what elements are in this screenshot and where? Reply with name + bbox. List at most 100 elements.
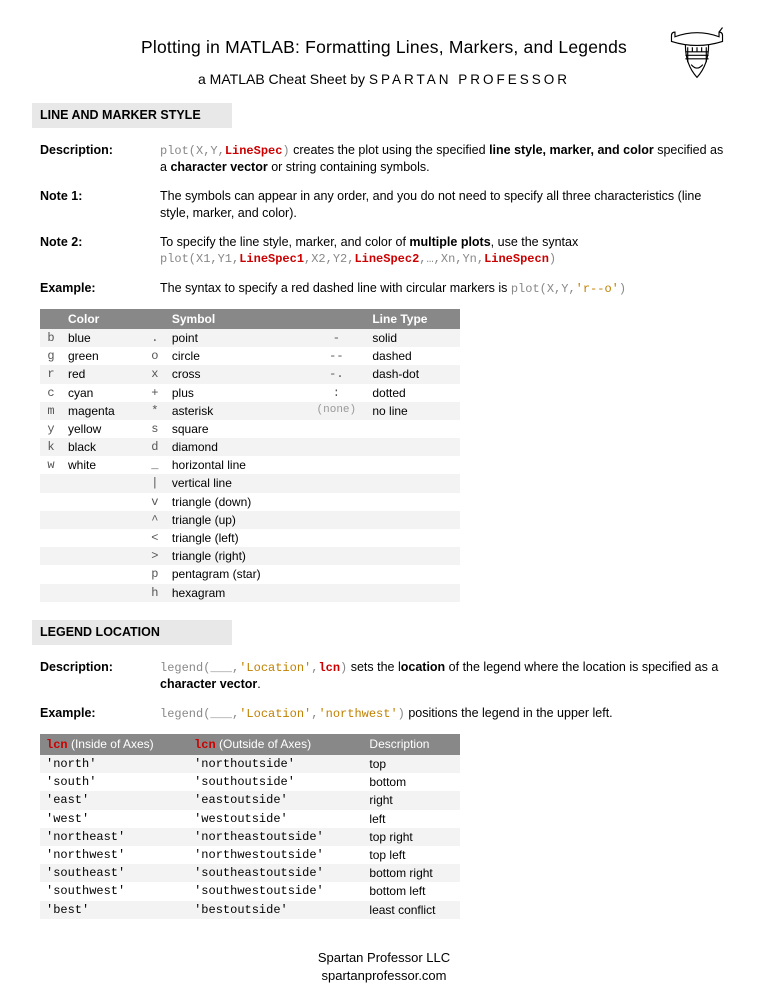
example-body: The syntax to specify a red dashed line … [160, 280, 728, 297]
code: ,X2,Y2, [304, 252, 354, 266]
cell: horizontal line [166, 456, 306, 474]
section-heading-legend: LEGEND LOCATION [32, 620, 232, 645]
cell: triangle (up) [166, 511, 306, 529]
cell [62, 493, 144, 511]
cell: d [144, 438, 166, 456]
page-subtitle: a MATLAB Cheat Sheet by SPARTAN PROFESSO… [40, 70, 728, 89]
cell [62, 584, 144, 602]
table-row: 'southwest''southwestoutside'bottom left [40, 882, 460, 900]
cell: 'bestoutside' [188, 901, 363, 919]
table-row: ppentagram (star) [40, 565, 460, 583]
cell: 'westoutside' [188, 810, 363, 828]
cell: < [144, 529, 166, 547]
cell [306, 547, 366, 565]
brand-name: SPARTAN PROFESSOR [369, 72, 570, 87]
legend-desc-body: legend(___,'Location',lcn) sets the loca… [160, 659, 728, 693]
note2-row: Note 2: To specify the line style, marke… [40, 234, 728, 268]
example-label: Example: [40, 280, 160, 297]
cell [306, 493, 366, 511]
cell: bottom [363, 773, 460, 791]
cell: top left [363, 846, 460, 864]
cell: dotted [366, 384, 460, 402]
text: character vector [170, 160, 267, 174]
cell: 'west' [40, 810, 188, 828]
code: plot(X,Y, [160, 144, 225, 158]
table-row: >triangle (right) [40, 547, 460, 565]
cell: 'northwestoutside' [188, 846, 363, 864]
cell: . [144, 329, 166, 347]
cell: g [40, 347, 62, 365]
cell: magenta [62, 402, 144, 420]
cell: top right [363, 828, 460, 846]
note2-body: To specify the line style, marker, and c… [160, 234, 728, 268]
code: 'Location' [239, 707, 311, 721]
table-row: 'west''westoutside'left [40, 810, 460, 828]
cell: bottom left [363, 882, 460, 900]
table-row: vtriangle (down) [40, 493, 460, 511]
cell: white [62, 456, 144, 474]
table-row: wwhite_horizontal line [40, 456, 460, 474]
cell: diamond [166, 438, 306, 456]
cell [366, 493, 460, 511]
cell: 'eastoutside' [188, 791, 363, 809]
description-label: Description: [40, 142, 160, 176]
cell [366, 474, 460, 492]
cell: black [62, 438, 144, 456]
code: plot(X1,Y1, [160, 252, 239, 266]
cell: 'north' [40, 755, 188, 773]
cell: 'southwestoutside' [188, 882, 363, 900]
cell: dash-dot [366, 365, 460, 383]
code: 'northwest' [318, 707, 397, 721]
cell: triangle (right) [166, 547, 306, 565]
cell: left [363, 810, 460, 828]
cell: -. [306, 365, 366, 383]
cell: w [40, 456, 62, 474]
cell: top [363, 755, 460, 773]
table-row: ggreenocircle--dashed [40, 347, 460, 365]
description-row: Description: plot(X,Y,LineSpec) creates … [40, 142, 728, 176]
code: 'r--o' [576, 282, 619, 296]
cell [306, 456, 366, 474]
cell: 'southwest' [40, 882, 188, 900]
th-color: Color [62, 309, 144, 329]
cell: s [144, 420, 166, 438]
legend-ex-body: legend(___,'Location','northwest') posit… [160, 705, 728, 722]
line-marker-table: Color Symbol Line Type bblue.point-solid… [40, 309, 460, 602]
cell: 'southoutside' [188, 773, 363, 791]
cell [366, 565, 460, 583]
table-row: 'north''northoutside'top [40, 755, 460, 773]
cell: 'east' [40, 791, 188, 809]
cell: yellow [62, 420, 144, 438]
cell: right [363, 791, 460, 809]
cell: 'northoutside' [188, 755, 363, 773]
text: sets the l [347, 660, 401, 674]
cell [40, 511, 62, 529]
cell: point [166, 329, 306, 347]
cell: dashed [366, 347, 460, 365]
th-inside: lcn (Inside of Axes) [40, 734, 188, 755]
cell: r [40, 365, 62, 383]
table-row: 'east''eastoutside'right [40, 791, 460, 809]
legend-desc-row: Description: legend(___,'Location',lcn) … [40, 659, 728, 693]
cell [40, 565, 62, 583]
table-row: bblue.point-solid [40, 329, 460, 347]
cell: square [166, 420, 306, 438]
note1-row: Note 1: The symbols can appear in any or… [40, 188, 728, 222]
cell: (none) [306, 402, 366, 420]
subtitle-prefix: a MATLAB Cheat Sheet by [198, 71, 369, 87]
cell: triangle (down) [166, 493, 306, 511]
cell [62, 474, 144, 492]
cell [62, 547, 144, 565]
th-symbol: Symbol [166, 309, 306, 329]
cell [62, 565, 144, 583]
code: ) [282, 144, 289, 158]
cell [306, 438, 366, 456]
text: The syntax to specify a red dashed line … [160, 281, 511, 295]
legend-ex-label: Example: [40, 705, 160, 722]
text: positions the legend in the upper left. [405, 706, 613, 720]
cell [40, 547, 62, 565]
cell: m [40, 402, 62, 420]
cell: 'best' [40, 901, 188, 919]
cell: 'northeast' [40, 828, 188, 846]
cell: solid [366, 329, 460, 347]
